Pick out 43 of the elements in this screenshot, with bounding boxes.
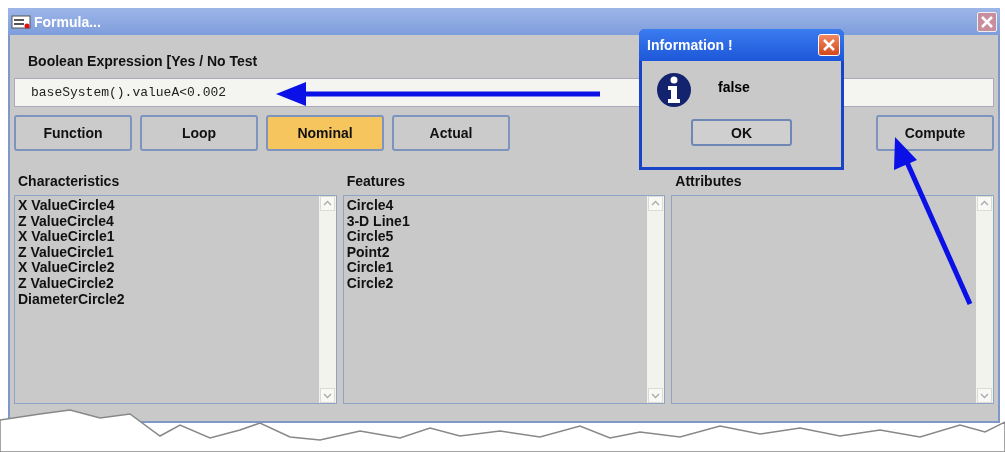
tool-button[interactable]: Loop (140, 115, 258, 151)
list-item[interactable]: Circle5 (346, 229, 394, 245)
tool-button[interactable]: Actual (392, 115, 510, 151)
list-item[interactable]: DiameterCircle2 (18, 291, 125, 308)
list-box[interactable]: X ValueCircle4 Z ValueCircle4 X ValueCircle1 Z ValueCircle1 X ValueCircle2 Z ValueCircle2 DiameterCircle2 (14, 195, 337, 404)
list-heading: Characteristics (17, 172, 121, 191)
scrollbar[interactable] (976, 196, 993, 403)
list-item[interactable]: Z ValueCircle1 (18, 244, 114, 261)
scroll-down-icon[interactable] (319, 388, 335, 403)
scrollbar[interactable] (647, 196, 665, 403)
list-item[interactable]: Circle4 (346, 198, 394, 214)
scroll-down-icon[interactable] (977, 388, 992, 403)
tool-button[interactable]: Nominal (266, 115, 384, 151)
list-item[interactable]: Circle1 (346, 260, 394, 276)
app-icon (11, 13, 31, 30)
close-button[interactable] (977, 11, 997, 32)
dialog-title: Information ! (647, 37, 733, 53)
list-item[interactable]: Circle2 (346, 275, 394, 292)
list-item[interactable]: 3-D Line1 (346, 213, 410, 230)
compute-button[interactable]: Compute (876, 115, 994, 151)
tool-button[interactable]: Function (14, 115, 132, 151)
info-icon (656, 71, 692, 109)
ok-button[interactable]: OK (691, 119, 792, 146)
close-icon (981, 15, 993, 28)
list-item[interactable]: Z ValueCircle4 (18, 213, 114, 230)
list-item[interactable]: X ValueCircle1 (18, 229, 115, 245)
list-item[interactable]: X ValueCircle4 (18, 198, 115, 214)
scroll-up-icon[interactable] (648, 196, 664, 211)
scroll-up-icon[interactable] (319, 196, 335, 211)
message-text: false (718, 79, 750, 97)
list-item[interactable]: Point2 (346, 244, 390, 261)
list-item[interactable]: Z ValueCircle2 (18, 275, 114, 292)
scroll-down-icon[interactable] (648, 388, 664, 403)
window-title: Formula... (34, 13, 101, 30)
list-heading: Attributes (674, 172, 743, 191)
close-icon (823, 39, 835, 51)
scrollbar[interactable] (318, 196, 336, 403)
list-heading: Features (345, 172, 407, 191)
list-box[interactable]: Circle4 3-D Line1 Circle5 Point2 Circle1 Circle2 (342, 195, 666, 404)
field-label: Boolean Expression [Yes / No Test (28, 53, 258, 71)
list-item[interactable]: X ValueCircle2 (18, 260, 115, 276)
list-box[interactable] (671, 195, 994, 404)
scroll-up-icon[interactable] (977, 196, 992, 211)
